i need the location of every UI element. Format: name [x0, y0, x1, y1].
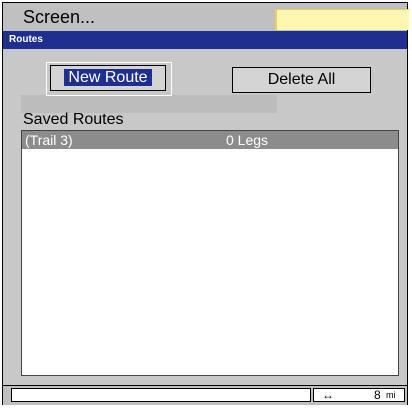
saved-routes-list[interactable]: (Trail 3) 0 Legs: [21, 130, 399, 376]
new-route-label: New Route: [64, 69, 152, 86]
top-menu-bar: Screen...: [3, 3, 409, 31]
map-info-box: [275, 9, 409, 30]
scale-value: 8: [374, 388, 381, 402]
status-field: [11, 388, 311, 402]
saved-routes-heading: Saved Routes: [23, 111, 124, 128]
route-name: (Trail 3): [25, 132, 73, 148]
map-scale: ↔ 8 mi: [313, 388, 405, 402]
dialog-title: Routes: [9, 34, 43, 45]
scale-unit: mi: [386, 390, 396, 400]
window: Screen... Routes New Route Delete All Sa…: [2, 2, 409, 405]
delete-all-button[interactable]: Delete All: [232, 67, 371, 93]
new-route-button[interactable]: New Route: [46, 62, 172, 96]
route-legs: 0 Legs: [226, 132, 269, 148]
dialog-title-bar: Routes: [3, 31, 407, 49]
routes-dialog: New Route Delete All Saved Routes (Trail…: [3, 49, 407, 382]
screen-menu[interactable]: Screen...: [23, 7, 95, 28]
route-row[interactable]: (Trail 3) 0 Legs: [22, 131, 398, 149]
double-arrow-icon: ↔: [322, 388, 334, 402]
status-bar: ↔ 8 mi: [3, 385, 407, 405]
